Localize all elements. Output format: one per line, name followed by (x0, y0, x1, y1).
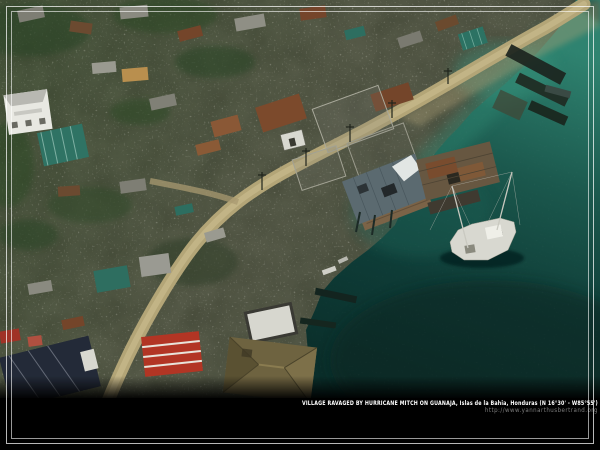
white-colonial-house (3, 89, 52, 135)
red-shack-2 (27, 335, 42, 347)
red-striped-roof-house (141, 331, 203, 377)
sea-water (300, 0, 600, 440)
caption-bar: VILLAGE RAVAGED BY HURRICANE MITCH ON GU… (228, 401, 598, 414)
desktop-wallpaper: VILLAGE RAVAGED BY HURRICANE MITCH ON GU… (0, 0, 600, 450)
aerial-photo (0, 0, 600, 450)
tan-building (122, 67, 149, 82)
photo-credit-url: http://www.yannarthusbertrand.org (258, 408, 598, 414)
photo-bottom-fade (0, 376, 600, 400)
